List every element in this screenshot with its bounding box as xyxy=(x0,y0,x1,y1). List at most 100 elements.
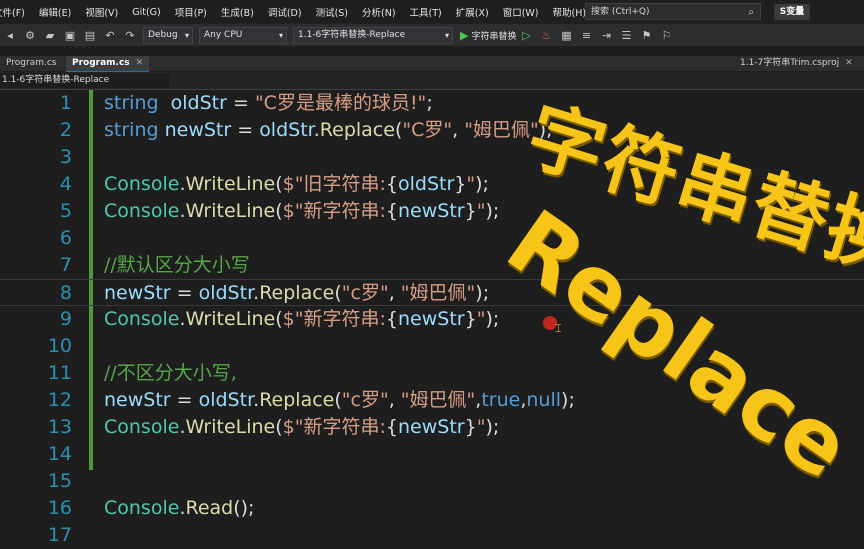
code-token: ); xyxy=(475,282,490,304)
code-token: = xyxy=(231,119,260,141)
tab-label: Program.cs xyxy=(6,58,57,68)
code-token: "c罗" xyxy=(341,282,389,304)
menu-item[interactable]: 编辑(E) xyxy=(32,5,78,19)
tab-label: 1.1-7字符串Trim.csproj xyxy=(740,58,840,68)
code-token: oldStr xyxy=(259,119,314,141)
startup-project-value: 1.1-6字符串替换-Replace xyxy=(298,29,406,40)
document-tabs: Program.cs Program.cs ✕ 1.1-7字符串Trim.cspr… xyxy=(0,56,864,73)
line-number: 12 xyxy=(47,389,72,411)
code-token: string xyxy=(104,92,159,114)
menu-item[interactable]: 窗口(W) xyxy=(496,5,546,19)
code-token: null xyxy=(526,389,562,411)
code-token: } xyxy=(464,200,477,222)
code-line[interactable]: 1 string oldStr = "C罗是最棒的球员!"; xyxy=(0,90,864,117)
code-token: (); xyxy=(233,497,255,519)
menu-item[interactable]: 测试(S) xyxy=(309,5,355,19)
code-token: Console xyxy=(104,200,180,222)
project-scope-dropdown[interactable]: 1.1-6字符串替换-Replace xyxy=(0,73,170,88)
code-line[interactable]: 16 Console.Read(); xyxy=(0,495,864,522)
code-token: Replace xyxy=(319,119,395,141)
line-number: 2 xyxy=(59,119,72,141)
new-project-icon[interactable]: ⚙ xyxy=(23,28,37,42)
code-text: //默认区分大小写 xyxy=(104,252,250,279)
line-number: 5 xyxy=(59,200,72,222)
code-token: ); xyxy=(475,173,489,195)
code-token: Console xyxy=(104,173,180,195)
startup-project-dropdown[interactable]: 1.1-6字符串替换-Replace ▾ xyxy=(293,26,453,44)
menu-item[interactable]: 工具(T) xyxy=(403,5,449,19)
tab-program-left[interactable]: Program.cs xyxy=(0,56,62,71)
menu-item[interactable]: Git(G) xyxy=(125,7,168,18)
bookmark-prev-icon[interactable]: ⚐ xyxy=(659,28,673,42)
code-token: $"旧字符串: xyxy=(282,173,386,195)
code-token: oldStr xyxy=(170,92,227,114)
code-token: oldStr xyxy=(198,282,254,304)
menu-item[interactable]: 文件(F) xyxy=(0,5,32,19)
code-line[interactable]: 8 newStr = oldStr.Replace("c罗", "姆巴佩"); xyxy=(0,279,864,306)
close-icon[interactable]: ✕ xyxy=(136,58,144,68)
code-token: "姆巴佩" xyxy=(400,389,476,411)
code-text: Console.WriteLine($"新字符串:{newStr}"); xyxy=(104,198,499,225)
format-icon[interactable]: ≡ xyxy=(579,28,593,42)
code-token: ( xyxy=(275,416,283,438)
platform-dropdown[interactable]: Any CPU ▾ xyxy=(199,26,287,44)
menu-item[interactable]: 生成(B) xyxy=(214,5,261,19)
code-token: } xyxy=(464,416,477,438)
code-token: Console xyxy=(104,416,180,438)
tab-csproj[interactable]: 1.1-7字符串Trim.csproj ✕ xyxy=(734,56,859,71)
run-icon[interactable]: ▶ xyxy=(460,29,468,42)
save-icon[interactable]: ▣ xyxy=(63,28,77,42)
menu-item[interactable]: 分析(N) xyxy=(355,5,403,19)
search-icon[interactable]: ⌕ xyxy=(748,4,754,21)
comment-icon[interactable]: ☰ xyxy=(619,28,633,42)
run-button-label[interactable]: 字符串替换 xyxy=(471,29,516,42)
code-token: { xyxy=(385,173,398,195)
code-token: "姆巴佩" xyxy=(400,282,476,304)
code-token: //默认区分大小写 xyxy=(104,254,250,276)
code-token: ( xyxy=(334,389,342,411)
code-token: ( xyxy=(334,282,342,304)
bookmark-icon[interactable]: ⚑ xyxy=(639,28,653,42)
code-line[interactable]: 7 //默认区分大小写 xyxy=(0,252,864,279)
code-line[interactable]: 15 xyxy=(0,468,864,495)
redo-icon[interactable]: ↷ xyxy=(123,28,137,42)
code-token: , xyxy=(452,119,465,141)
code-text: Console.WriteLine($"新字符串:{newStr}"); xyxy=(104,414,499,441)
code-token: WriteLine xyxy=(185,200,276,222)
code-token: ); xyxy=(485,308,500,330)
browse-icon[interactable]: ▦ xyxy=(559,28,573,42)
open-file-icon[interactable]: ▰ xyxy=(43,28,57,42)
code-text: newStr = oldStr.Replace("c罗", "姆巴佩"); xyxy=(104,280,489,307)
code-token: ); xyxy=(561,389,575,411)
save-all-icon[interactable]: ▤ xyxy=(83,28,97,42)
solution-badge[interactable]: S变量 xyxy=(774,4,810,20)
chevron-down-icon: ▾ xyxy=(184,30,189,40)
step-icon[interactable]: ⇥ xyxy=(599,28,613,42)
line-number: 1 xyxy=(59,92,72,114)
platform-value: Any CPU xyxy=(204,29,243,40)
menu-item[interactable]: 扩展(X) xyxy=(449,5,496,19)
close-icon[interactable]: ✕ xyxy=(845,58,853,68)
code-token: oldStr xyxy=(398,173,455,195)
undo-icon[interactable]: ↶ xyxy=(103,28,117,42)
code-token: Read xyxy=(185,497,234,519)
menu-item[interactable]: 视图(V) xyxy=(78,5,125,19)
code-token: { xyxy=(385,200,398,222)
configuration-value: Debug xyxy=(148,29,178,40)
tab-program-active[interactable]: Program.cs ✕ xyxy=(66,56,150,73)
tab-label: Program.cs xyxy=(72,58,130,68)
back-icon[interactable]: ◂ xyxy=(3,28,17,42)
run-without-debug-icon[interactable]: ▷ xyxy=(519,28,533,42)
code-text: Console.WriteLine($"旧字符串:{oldStr}"); xyxy=(104,171,489,198)
line-number: 8 xyxy=(59,282,72,304)
code-token: Replace xyxy=(259,282,335,304)
configuration-dropdown[interactable]: Debug ▾ xyxy=(143,26,193,44)
menu-item[interactable]: 项目(P) xyxy=(168,5,214,19)
code-token: ); xyxy=(485,200,500,222)
search-box[interactable]: 搜索 (Ctrl+Q) ⌕ xyxy=(585,3,761,20)
hot-reload-icon[interactable]: ♨ xyxy=(539,28,553,42)
line-number: 17 xyxy=(47,524,72,546)
code-line[interactable]: 17 xyxy=(0,522,864,549)
menu-item[interactable]: 调试(D) xyxy=(261,5,309,19)
code-token: newStr xyxy=(104,389,171,411)
